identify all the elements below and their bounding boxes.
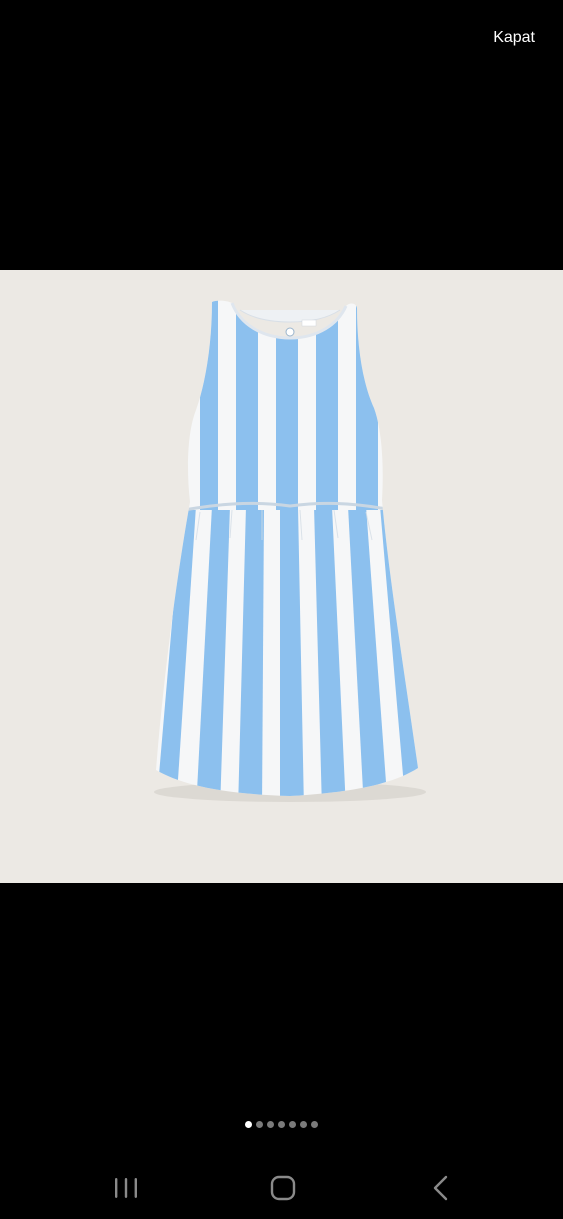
pager-dot[interactable] [311, 1121, 318, 1128]
home-icon [270, 1175, 296, 1201]
striped-dress-image [154, 300, 426, 802]
recent-apps-icon [115, 1178, 137, 1198]
system-navigation-bar [0, 1160, 563, 1219]
pager-dot-active[interactable] [245, 1121, 252, 1128]
product-image [0, 270, 563, 883]
home-button[interactable] [263, 1172, 303, 1204]
pager-dot[interactable] [300, 1121, 307, 1128]
close-button[interactable]: Kapat [493, 28, 535, 48]
back-icon [433, 1175, 448, 1201]
recent-apps-button[interactable] [106, 1172, 146, 1204]
pager-dot[interactable] [267, 1121, 274, 1128]
back-button[interactable] [421, 1172, 461, 1204]
pager-dot[interactable] [256, 1121, 263, 1128]
gallery-pager [0, 1121, 563, 1128]
pager-dot[interactable] [289, 1121, 296, 1128]
pager-dot[interactable] [278, 1121, 285, 1128]
